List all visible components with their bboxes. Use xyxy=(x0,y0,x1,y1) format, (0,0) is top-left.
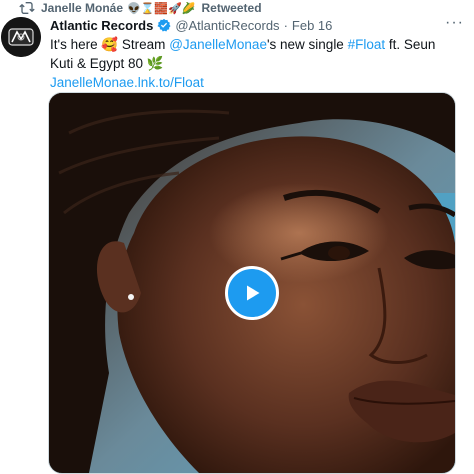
atlantic-logo-icon xyxy=(1,17,41,57)
video-thumbnail[interactable] xyxy=(48,92,456,474)
external-link[interactable]: JanelleMonae.lnk.to/Float xyxy=(50,75,204,90)
tweet-text-intro: It's here 🥰 Stream xyxy=(50,37,170,52)
hashtag-link[interactable]: #Float xyxy=(348,37,386,52)
verified-badge-icon xyxy=(157,18,171,32)
retweet-icon xyxy=(19,1,35,15)
header-separator: · xyxy=(283,17,288,33)
retweeter-name[interactable]: Janelle Monáe xyxy=(41,1,123,15)
retweet-context: Janelle Monáe 👽⌛🧱🚀🌽 Retweeted xyxy=(19,0,262,16)
play-icon xyxy=(247,285,260,301)
author-avatar[interactable] xyxy=(1,17,41,57)
tweet-text: It's here 🥰 Stream @JanelleMonae's new s… xyxy=(50,35,460,92)
retweeted-label: Retweeted xyxy=(201,1,262,15)
mention-link[interactable]: @JanelleMonae xyxy=(169,37,267,52)
retweeter-emoji: 👽⌛🧱🚀🌽 xyxy=(127,2,196,15)
author-handle[interactable]: @AtlanticRecords xyxy=(175,18,279,33)
tweet-header: Atlantic Records @AtlanticRecords · Feb … xyxy=(50,15,464,34)
more-options-icon[interactable]: ··· xyxy=(445,15,464,31)
play-button[interactable] xyxy=(225,266,279,320)
tweet-text-mid: 's new single xyxy=(266,37,348,52)
tweet-date[interactable]: Feb 16 xyxy=(292,18,332,33)
author-name[interactable]: Atlantic Records xyxy=(50,18,153,33)
